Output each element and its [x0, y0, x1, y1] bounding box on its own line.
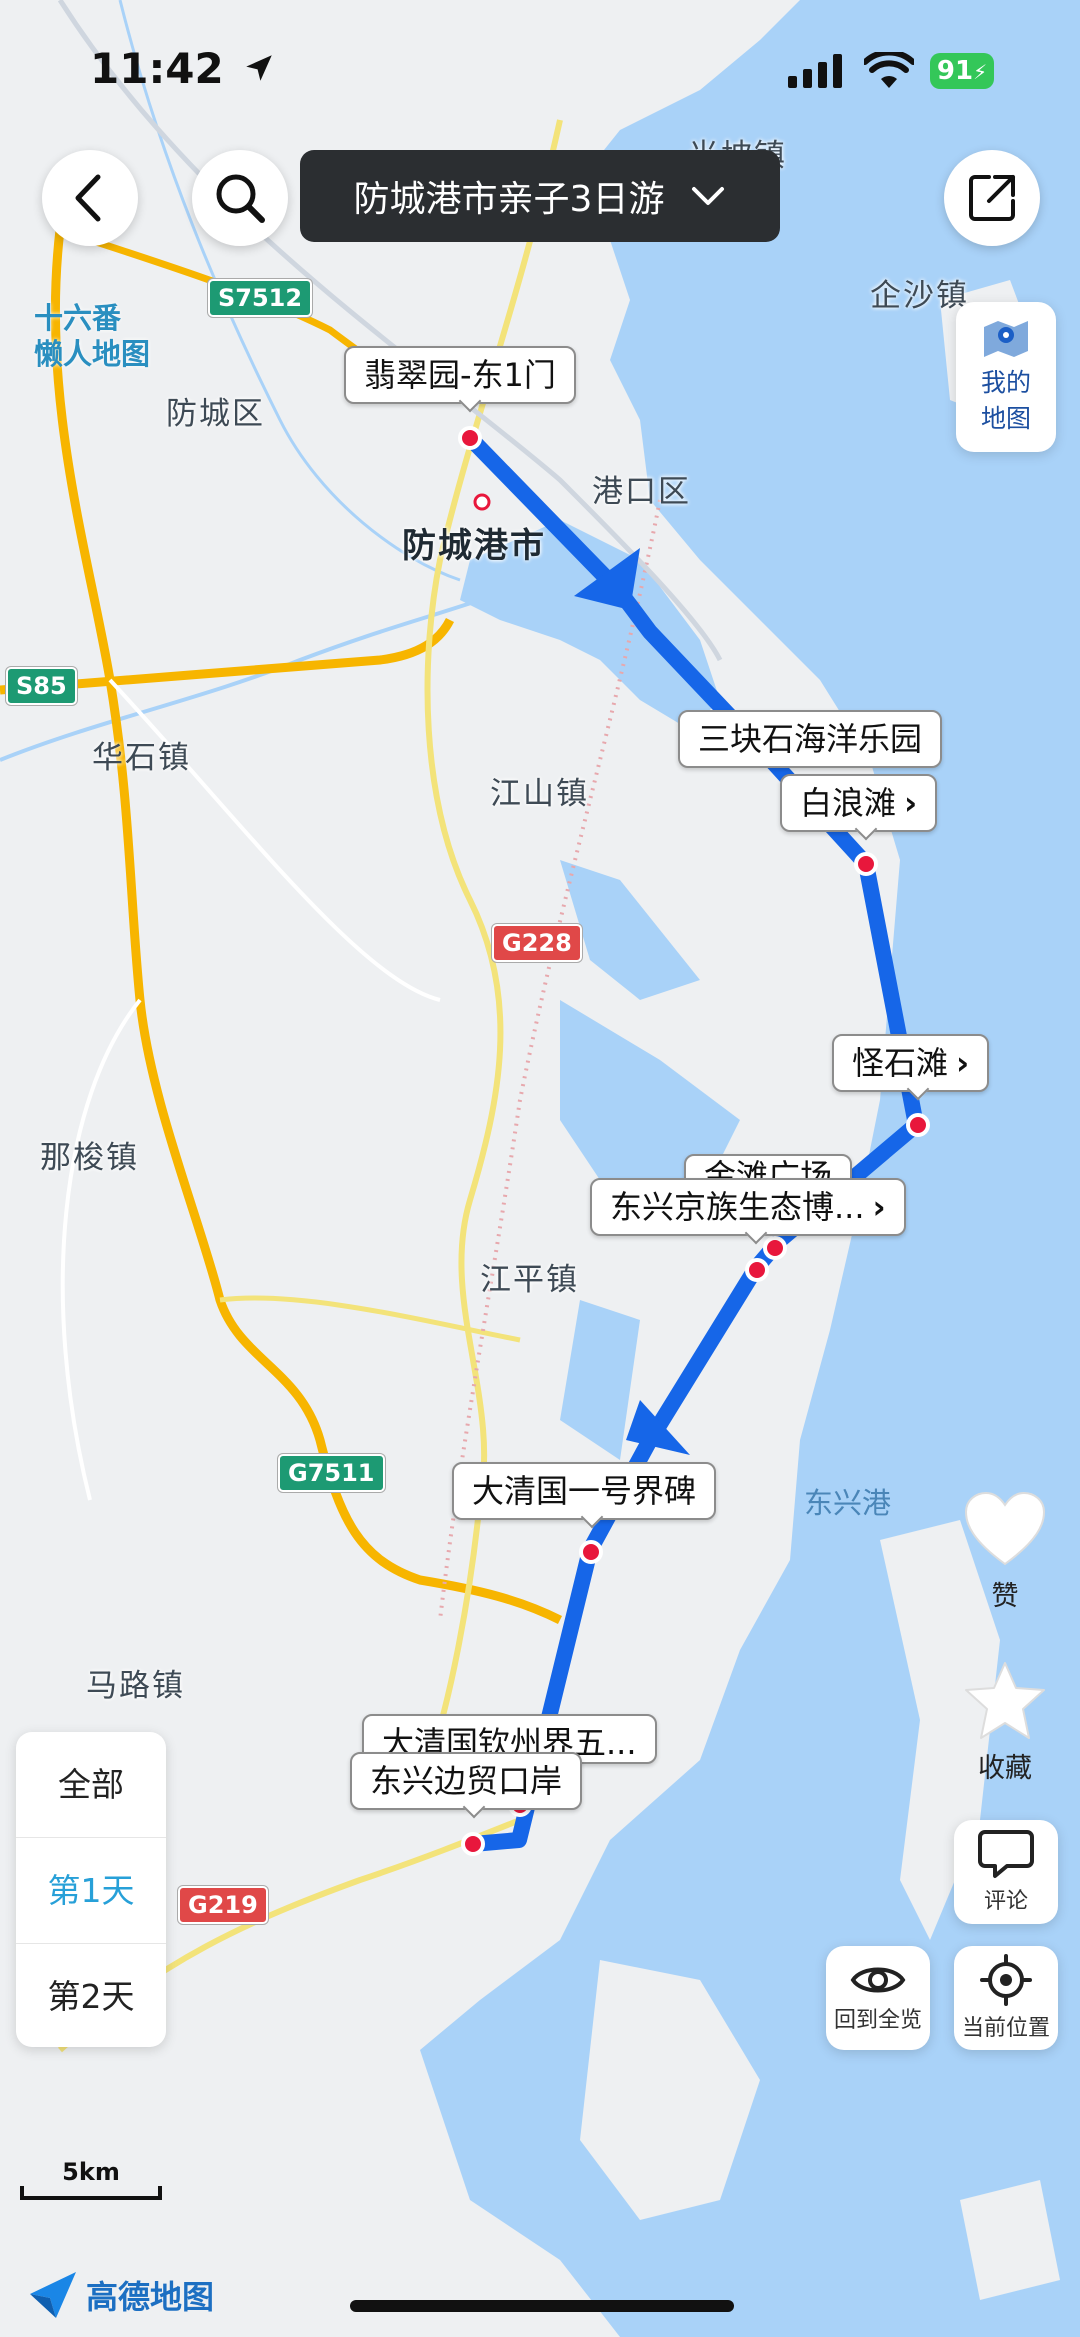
like-label: 赞 — [991, 1581, 1019, 1612]
overview-label: 回到全览 — [833, 2008, 922, 2033]
map-label-fangchenggang-city: 防城港市 — [402, 526, 546, 566]
search-icon — [216, 174, 265, 223]
wifi-icon — [864, 52, 914, 88]
poi-tag-boundary-marker-1[interactable]: 大清国一号界碑 — [452, 1462, 717, 1520]
search-button[interactable] — [192, 150, 288, 246]
cellular-signal-icon — [788, 54, 842, 88]
road-shield-g7511: G7511 — [278, 1454, 385, 1492]
chevron-right-icon: › — [904, 784, 918, 822]
current-location-label: 当前位置 — [961, 2016, 1050, 2041]
map-label-huashi: 华石镇 — [92, 740, 191, 776]
trip-title-dropdown[interactable]: 防城港市亲子3日游 — [300, 150, 780, 242]
share-icon — [969, 175, 1015, 221]
like-button[interactable]: 赞 — [960, 1490, 1050, 1613]
home-indicator[interactable] — [350, 2300, 734, 2312]
poi-tag-sankuaishi[interactable]: 三块石海洋乐园 — [678, 710, 943, 768]
amap-logo-icon — [30, 2272, 76, 2318]
charging-bolt-icon: ⚡ — [973, 60, 988, 84]
comment-button[interactable]: 评论 — [954, 1820, 1058, 1924]
my-map-label-1: 我的 — [980, 368, 1031, 397]
map-label-jiangping: 江平镇 — [480, 1262, 579, 1298]
map-label-jiangshan: 江山镇 — [490, 776, 589, 812]
trip-title: 防城港市亲子3日游 — [353, 179, 665, 220]
status-time: 11:42 — [90, 44, 276, 93]
scale-label: 5km — [62, 2158, 120, 2186]
locate-crosshair-icon — [980, 1954, 1032, 2006]
location-arrow-icon — [246, 55, 273, 81]
road-shield-g228: G228 — [492, 924, 582, 962]
road-shield-g219: G219 — [178, 1886, 268, 1924]
amap-logo: 高德地图 — [26, 2268, 214, 2322]
collect-button[interactable]: 收藏 — [960, 1660, 1050, 1785]
day-filter-panel: 全部 第1天 第2天 — [16, 1732, 166, 2047]
my-map-label-2: 地图 — [980, 404, 1031, 433]
map-label-malu: 马路镇 — [86, 1668, 185, 1704]
chevron-left-icon — [75, 174, 101, 222]
star-icon — [965, 1662, 1045, 1739]
scale-bar: 5km — [20, 2158, 162, 2200]
map-label-gangkou-district: 港口区 — [592, 474, 691, 510]
poi-label: 白浪滩 — [800, 784, 897, 822]
road-shield-s85: S85 — [6, 667, 77, 705]
folded-map-icon — [984, 321, 1028, 357]
collect-label: 收藏 — [978, 1753, 1032, 1784]
my-map-button[interactable]: 我的 地图 — [956, 302, 1056, 452]
heart-icon — [964, 1491, 1046, 1566]
poi-label: 东兴边贸口岸 — [370, 1762, 563, 1800]
amap-logo-text: 高德地图 — [86, 2278, 215, 2316]
overview-button[interactable]: 回到全览 — [826, 1946, 930, 2050]
map-label-nasuo: 那梭镇 — [40, 1140, 139, 1176]
poi-tag-dongxing-port[interactable]: 东兴边贸口岸 — [350, 1752, 583, 1810]
road-shield-s7512: S7512 — [208, 279, 313, 317]
day-filter-day2[interactable]: 第2天 — [16, 1944, 166, 2049]
lazy-map-label: 十六番 懒人地图 — [34, 301, 151, 371]
chevron-down-icon — [692, 187, 725, 205]
eye-icon — [850, 1967, 906, 1993]
comment-label: 评论 — [983, 1889, 1028, 1914]
poi-label: 三块石海洋乐园 — [698, 720, 923, 758]
day-filter-day1[interactable]: 第1天 — [16, 1838, 166, 1944]
poi-tag-dongxing-museum[interactable]: 东兴京族生态博... › — [590, 1178, 906, 1236]
current-location-button[interactable]: 当前位置 — [954, 1946, 1058, 2050]
chevron-right-icon: › — [956, 1044, 970, 1082]
poi-label: 怪石滩 — [852, 1044, 949, 1082]
poi-tag-feicuiyuan[interactable]: 翡翠园-东1门 — [344, 346, 576, 404]
map-label-qisha: 企沙镇 — [870, 278, 969, 314]
poi-label: 东兴京族生态博... — [610, 1188, 865, 1226]
comment-bubble-icon — [978, 1830, 1034, 1878]
poi-label: 大清国一号界碑 — [472, 1472, 697, 1510]
poi-label: 翡翠园-东1门 — [364, 356, 556, 394]
map-label-dongxing-harbor: 东兴港 — [804, 1486, 892, 1520]
chevron-right-icon: › — [872, 1188, 886, 1226]
battery-indicator: 91⚡ — [930, 53, 994, 89]
back-button[interactable] — [42, 150, 138, 246]
day-filter-all[interactable]: 全部 — [16, 1732, 166, 1838]
share-button[interactable] — [944, 150, 1040, 246]
map-label-fangcheng-district: 防城区 — [166, 396, 265, 432]
